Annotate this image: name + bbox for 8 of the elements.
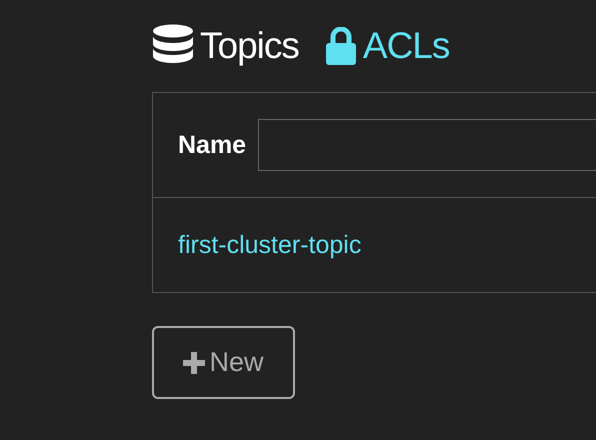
plus-icon	[183, 352, 206, 374]
nav-tab[interactable]: ACLs	[324, 25, 450, 67]
name-filter-field[interactable]	[258, 119, 596, 171]
new-button[interactable]: New	[152, 326, 295, 399]
name-label: Name	[178, 130, 246, 160]
topic-link[interactable]: first-cluster-topic	[178, 230, 362, 260]
lock-icon	[324, 27, 357, 65]
nav-tab[interactable]: Topics	[152, 24, 299, 68]
